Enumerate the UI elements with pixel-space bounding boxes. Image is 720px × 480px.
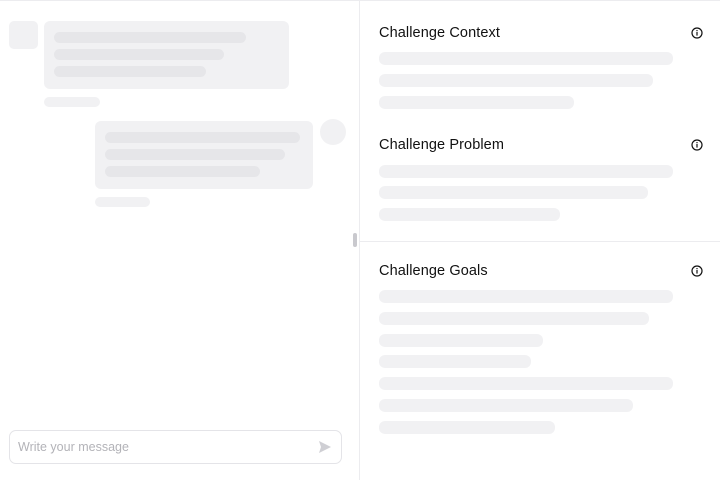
- goals-skeleton-line: [379, 377, 673, 390]
- resize-handle[interactable]: [353, 233, 357, 247]
- skeleton-line: [54, 49, 224, 60]
- message-composer: [9, 430, 342, 464]
- problem-skeleton-line: [379, 165, 673, 178]
- goals-skeleton-line: [379, 312, 649, 325]
- challenge-info-pane: Challenge Context Challenge Problem Chal…: [360, 1, 720, 480]
- incoming-message-skeleton: [44, 21, 289, 89]
- skeleton-line: [105, 166, 260, 177]
- outgoing-message-skeleton: [95, 121, 313, 189]
- outgoing-timestamp-skeleton: [95, 197, 150, 207]
- section-title-challenge-context: Challenge Context: [379, 25, 500, 41]
- outgoing-avatar-skeleton: [320, 119, 346, 145]
- goals-skeleton-line: [379, 290, 673, 303]
- problem-skeleton-line: [379, 208, 560, 221]
- skeleton-line: [105, 149, 285, 160]
- section-title-challenge-problem: Challenge Problem: [379, 137, 505, 153]
- goals-skeleton-line: [379, 355, 531, 368]
- section-title-challenge-goals: Challenge Goals: [379, 263, 488, 279]
- info-icon[interactable]: [691, 27, 703, 39]
- goals-skeleton-line: [379, 334, 543, 347]
- message-input[interactable]: [18, 438, 308, 456]
- skeleton-line: [105, 132, 300, 143]
- incoming-timestamp-skeleton: [44, 97, 100, 107]
- info-icon[interactable]: [691, 265, 703, 277]
- skeleton-line: [54, 32, 246, 43]
- incoming-avatar-skeleton: [9, 21, 38, 49]
- goals-skeleton-line: [379, 421, 555, 434]
- goals-skeleton-line: [379, 399, 633, 412]
- send-icon[interactable]: [318, 440, 332, 454]
- info-icon[interactable]: [691, 139, 703, 151]
- problem-skeleton-line: [379, 186, 648, 199]
- app: Challenge Context Challenge Problem Chal…: [0, 0, 720, 480]
- context-skeleton-line: [379, 52, 673, 65]
- chat-pane: [0, 1, 359, 480]
- section-separator: [360, 241, 720, 242]
- skeleton-line: [54, 66, 206, 77]
- context-skeleton-line: [379, 74, 653, 87]
- context-skeleton-line: [379, 96, 574, 109]
